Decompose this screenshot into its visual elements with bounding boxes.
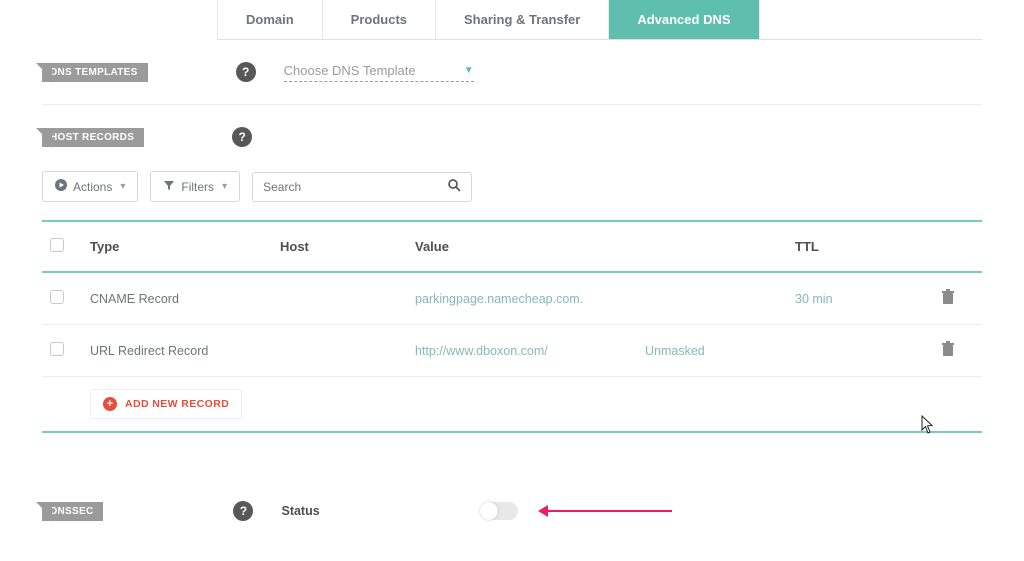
section-label-dns-templates: DNS TEMPLATES [42, 63, 148, 82]
record-ttl[interactable]: 30 min [795, 292, 915, 306]
dns-template-select[interactable]: Choose DNS Template ▼ [284, 63, 474, 82]
dnssec-status-label: Status [281, 504, 319, 518]
select-all-checkbox[interactable] [50, 238, 64, 252]
add-new-record-button[interactable]: + ADD NEW RECORD [90, 389, 242, 419]
section-label-host-records: HOST RECORDS [42, 128, 144, 147]
divider [42, 104, 982, 105]
row-checkbox[interactable] [50, 342, 64, 356]
tab-domain[interactable]: Domain [217, 0, 323, 39]
col-type: Type [90, 239, 280, 254]
plus-icon: + [103, 397, 117, 411]
search-input-wrap[interactable] [252, 172, 472, 202]
help-icon[interactable]: ? [232, 127, 252, 147]
toggle-knob [480, 502, 498, 520]
search-icon[interactable] [448, 179, 461, 195]
actions-button[interactable]: Actions ▾ [42, 171, 138, 202]
record-value[interactable]: http://www.dboxon.com/ [415, 344, 645, 358]
table-row: CNAME Record parkingpage.namecheap.com. … [42, 273, 982, 325]
filters-label: Filters [181, 180, 214, 194]
help-icon[interactable]: ? [233, 501, 253, 521]
tab-sharing-transfer[interactable]: Sharing & Transfer [436, 0, 609, 39]
record-value[interactable]: parkingpage.namecheap.com. [415, 292, 645, 306]
dns-template-placeholder: Choose DNS Template [284, 63, 416, 78]
help-icon[interactable]: ? [236, 62, 256, 82]
record-type[interactable]: URL Redirect Record [90, 344, 280, 358]
dnssec-toggle[interactable] [480, 502, 518, 520]
record-mask[interactable]: Unmasked [645, 344, 795, 358]
play-icon [55, 179, 67, 194]
filter-icon [163, 179, 175, 194]
section-label-dnssec: DNSSEC [42, 502, 103, 521]
col-value: Value [415, 239, 645, 254]
delete-icon[interactable] [941, 341, 955, 360]
table-header: Type Host Value TTL [42, 222, 982, 273]
col-host: Host [280, 239, 415, 254]
actions-label: Actions [73, 180, 112, 194]
chevron-down-icon: ▼ [464, 65, 474, 76]
annotation-arrow [542, 510, 672, 512]
col-ttl: TTL [795, 239, 915, 254]
filters-button[interactable]: Filters ▾ [150, 171, 240, 202]
delete-icon[interactable] [941, 289, 955, 308]
tab-advanced-dns[interactable]: Advanced DNS [609, 0, 759, 39]
table-row: URL Redirect Record http://www.dboxon.co… [42, 325, 982, 377]
search-input[interactable] [263, 180, 448, 194]
record-type[interactable]: CNAME Record [90, 292, 280, 306]
host-records-table: Type Host Value TTL CNAME Record parking… [42, 220, 982, 433]
tab-products[interactable]: Products [323, 0, 436, 39]
chevron-down-icon: ▾ [120, 181, 125, 192]
row-checkbox[interactable] [50, 290, 64, 304]
add-new-record-label: ADD NEW RECORD [125, 398, 229, 410]
chevron-down-icon: ▾ [222, 181, 227, 192]
